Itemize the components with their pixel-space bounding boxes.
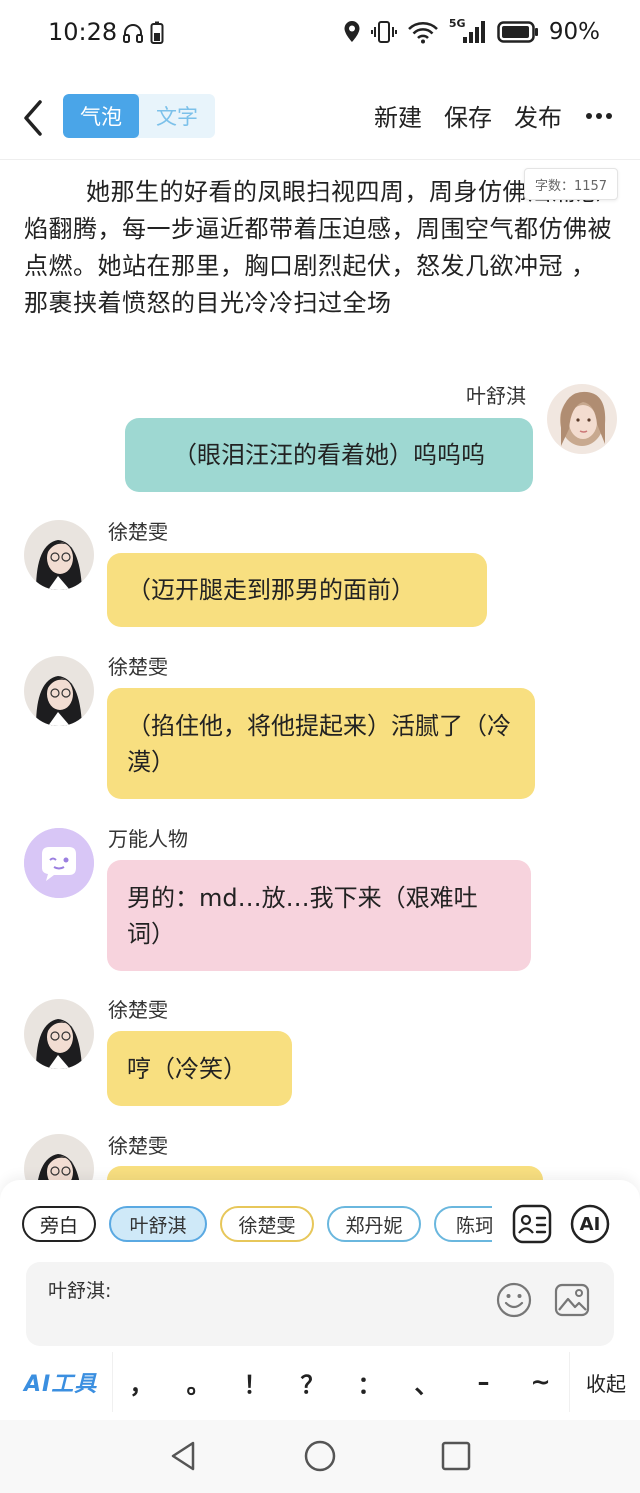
new-button[interactable]: 新建 [374,98,422,133]
top-actions: 新建 保存 发布 [374,98,614,133]
ai-button-label: AI [579,1213,601,1235]
signal-5g-icon: 5G [449,17,487,45]
top-bar: 气泡 文字 新建 保存 发布 [0,80,640,160]
chat-bubble-face-icon [24,828,94,898]
nav-home-button[interactable] [302,1438,338,1474]
avatar[interactable] [24,999,94,1069]
message-bubble[interactable]: 哼（冷笑） [107,1031,292,1106]
punct-period[interactable]: 。 [179,1365,219,1400]
status-time: 10:28 [48,18,118,46]
tab-bubble[interactable]: 气泡 [63,94,139,138]
nav-back-button[interactable] [166,1438,202,1474]
character-chip-narrator[interactable]: 旁白 [22,1206,96,1242]
headphones-icon [123,24,143,43]
battery-percent: 90% [548,19,600,45]
back-button[interactable] [18,98,52,138]
sender-name: 叶舒淇 [466,384,526,408]
square-recents-icon [441,1441,471,1471]
location-icon [344,21,360,42]
sender-name: 徐楚雯 [108,1134,168,1158]
message-input[interactable]: 叶舒淇: [26,1262,614,1346]
smiley-icon [496,1282,532,1318]
input-panel: 旁白 叶舒淇 徐楚雯 郑丹妮 陈珂 AI 叶舒淇: AI工具 ， 。 ！ ？ ： 、 –… [0,1180,640,1420]
punct-enumeration-comma[interactable]: 、 [407,1365,447,1400]
wifi-icon [408,22,438,44]
character-chip-zheng-danni[interactable]: 郑丹妮 [327,1206,421,1242]
input-speaker-label: 叶舒淇: [48,1280,112,1302]
punctuation-bar: AI工具 ， 。 ！ ？ ： 、 – ~ 收起 [0,1352,640,1412]
publish-button[interactable]: 发布 [514,98,562,133]
vibrate-icon [370,21,397,43]
tab-text[interactable]: 文字 [139,94,215,138]
character-chip-chen-ke[interactable]: 陈珂 [434,1206,492,1242]
message-bubble[interactable]: （迈开腿走到那男的面前） [107,553,487,627]
punct-colon[interactable]: ： [350,1365,390,1400]
circle-home-icon [304,1440,336,1472]
chevron-left-icon [24,100,42,136]
avatar[interactable] [24,520,94,590]
emoji-button[interactable] [496,1282,532,1318]
avatar[interactable] [24,656,94,726]
battery-icon [497,21,538,43]
word-count-badge: 字数：1157 [524,168,618,200]
message-bubble[interactable]: （掐住他，将他提起来）活腻了（冷漠） [107,688,535,799]
status-left-icons [122,20,164,46]
character-chip-ye-shuqi[interactable]: 叶舒淇 [109,1206,207,1242]
ai-button[interactable]: AI [570,1204,610,1244]
punct-tilde[interactable]: ~ [521,1368,561,1396]
triangle-back-icon [171,1441,195,1471]
nav-recents-button[interactable] [438,1438,474,1474]
character-chip-xu-chuwen[interactable]: 徐楚雯 [220,1206,314,1242]
sender-name: 徐楚雯 [108,655,168,679]
punct-dash[interactable]: – [464,1368,504,1396]
punct-exclamation[interactable]: ！ [236,1365,276,1400]
phone-battery-icon [150,21,164,44]
character-card-button[interactable] [512,1204,552,1244]
avatar[interactable] [24,828,94,898]
image-button[interactable] [554,1282,590,1318]
message-bubble[interactable]: 男的：md…放…我下来（艰难吐词） [107,860,531,971]
sender-name: 徐楚雯 [108,520,168,544]
status-bar: 10:28 5G 90% [0,0,640,66]
contact-card-icon [512,1204,552,1244]
sender-name: 万能人物 [108,827,188,851]
message-bubble[interactable]: （眼泪汪汪的看着她）呜呜呜 [125,418,533,492]
avatar[interactable] [547,384,617,454]
collapse-button[interactable]: 收起 [586,1368,626,1397]
sender-name: 徐楚雯 [108,998,168,1022]
character-selector: 旁白 叶舒淇 徐楚雯 郑丹妮 陈珂 [22,1206,492,1244]
more-button[interactable] [584,101,614,131]
status-right-icons: 5G 90% [343,17,600,46]
more-dots-icon [586,112,612,119]
punctuation-list: ， 。 ！ ？ ： 、 – ~ [112,1352,570,1412]
system-nav-bar [0,1420,640,1493]
mode-switch: 气泡 文字 [63,94,215,138]
punct-question[interactable]: ？ [293,1365,333,1400]
image-icon [554,1283,590,1317]
punct-comma[interactable]: ， [122,1365,162,1400]
save-button[interactable]: 保存 [444,98,492,133]
ai-tools-button[interactable]: AI工具 [24,1366,97,1398]
